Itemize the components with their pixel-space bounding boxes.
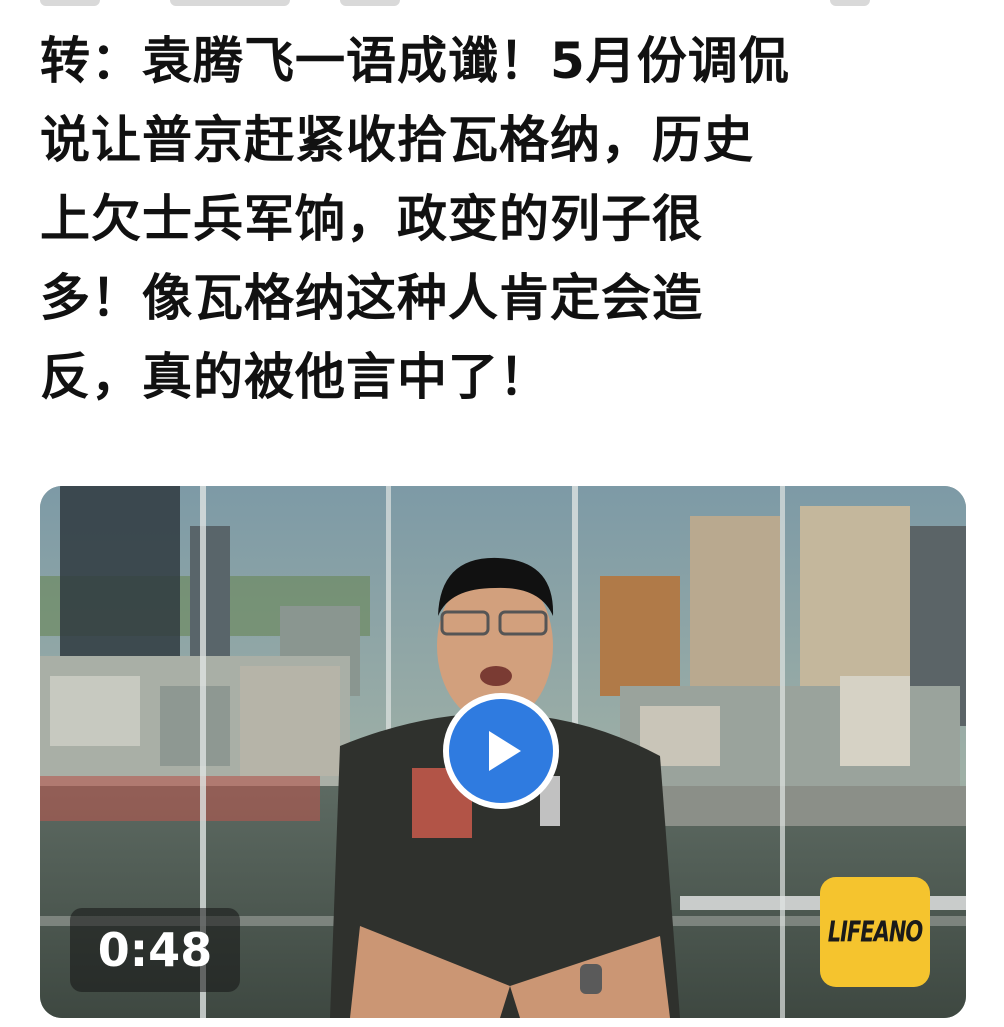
post-text-line: 多！像瓦格纳这种人肯定会造 <box>40 269 703 327</box>
video-duration: 0:48 <box>70 908 240 992</box>
post-text-line: 反，真的被他言中了！ <box>40 348 550 406</box>
play-button[interactable] <box>443 693 559 809</box>
video-player[interactable]: 0:48 LIFEANO <box>40 486 966 1018</box>
previous-content-edge <box>0 0 1004 12</box>
post-text-line: 上欠士兵军饷，政变的列子很 <box>40 190 703 248</box>
post-text: 转：袁腾飞一语成谶！5月份调侃 说让普京赶紧收拾瓦格纳，历史 上欠士兵军饷，政变… <box>40 22 970 417</box>
post-text-line: 转：袁腾飞一语成谶！5月份调侃 <box>40 32 790 90</box>
channel-logo-text: LIFEANO <box>827 915 924 949</box>
post-text-line: 说让普京赶紧收拾瓦格纳，历史 <box>40 111 754 169</box>
play-icon <box>449 699 553 803</box>
channel-logo: LIFEANO <box>820 877 930 987</box>
